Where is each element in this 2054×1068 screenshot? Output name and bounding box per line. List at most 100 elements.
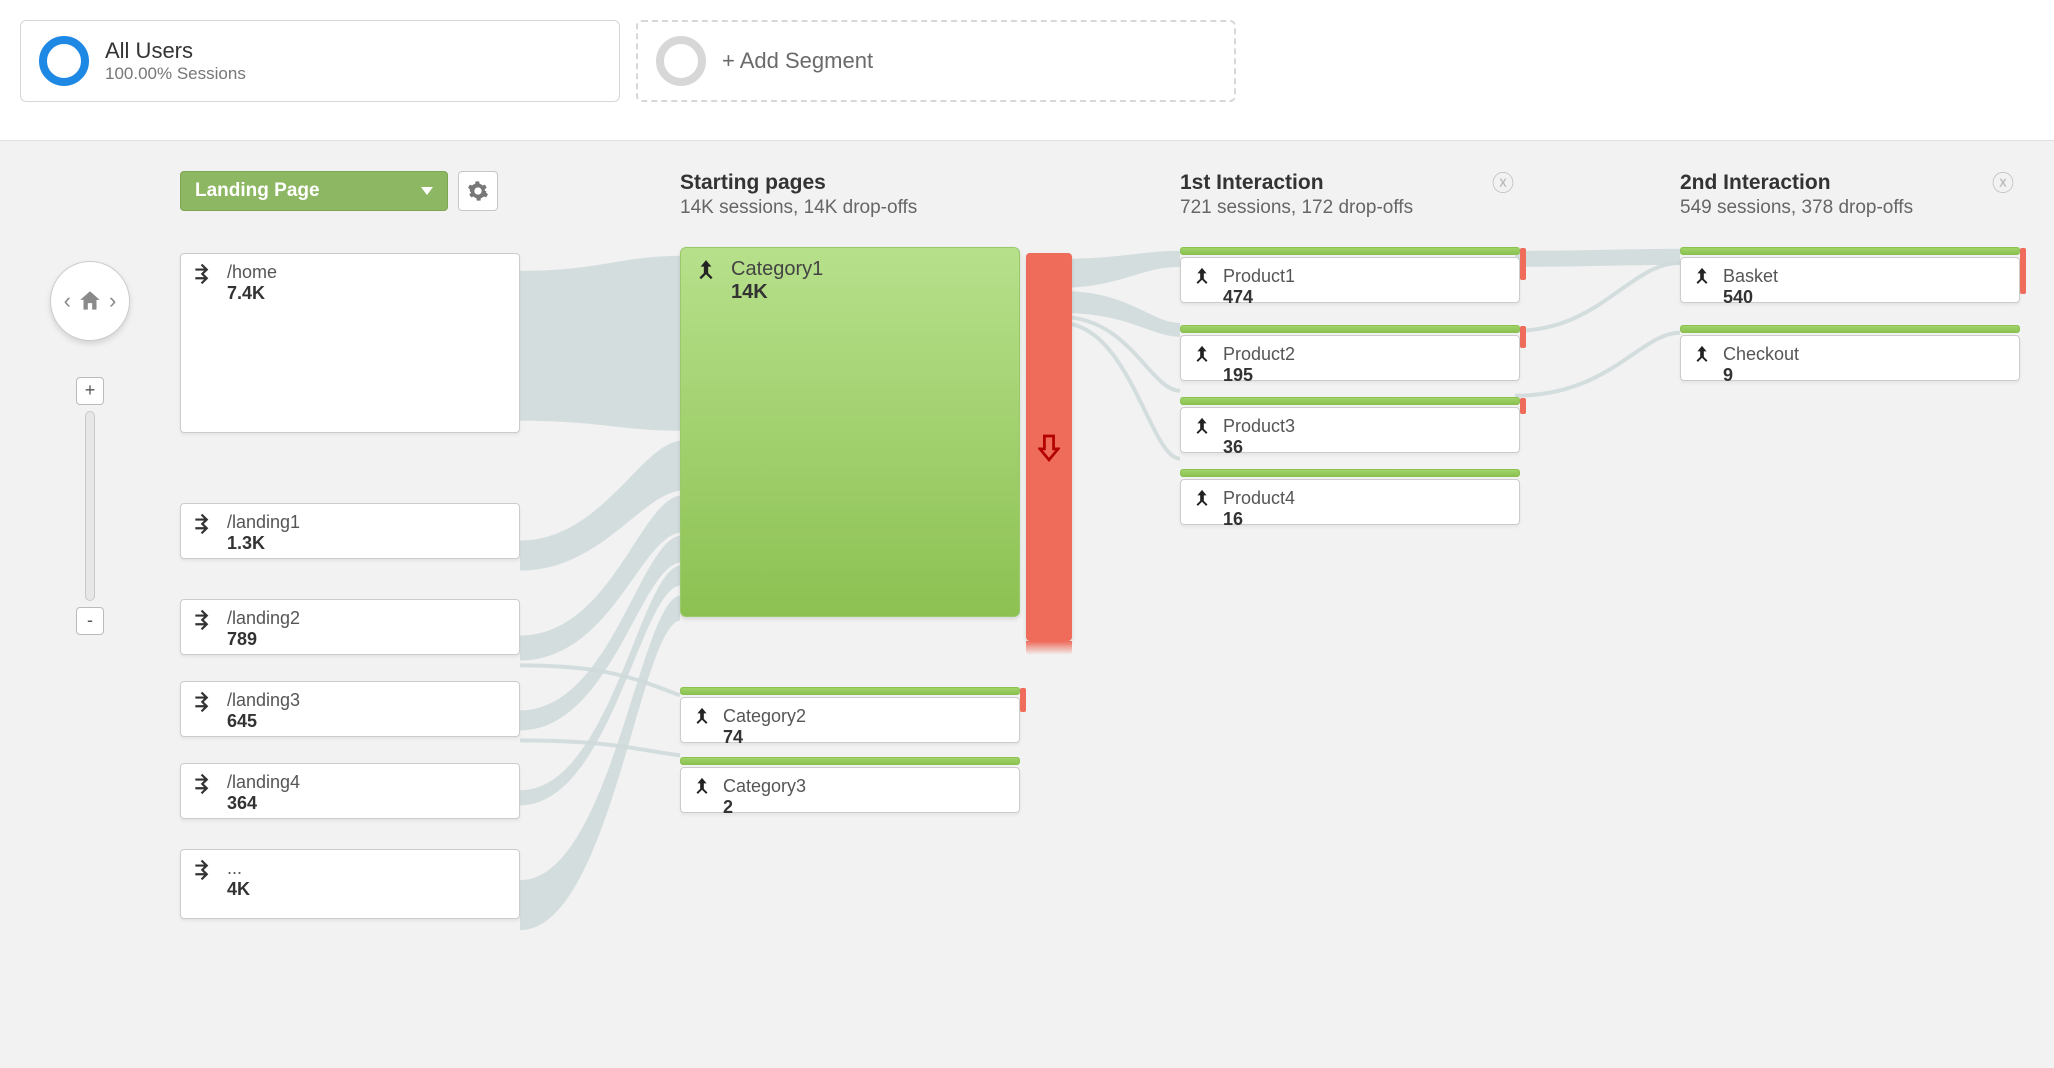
segment-add-label: + Add Segment bbox=[722, 48, 873, 74]
first-node[interactable]: Product1 474 bbox=[1180, 247, 1520, 303]
node-value: 1.3K bbox=[227, 533, 300, 554]
landing-node[interactable]: /landing2 789 bbox=[180, 599, 520, 655]
landing-controls: Landing Page bbox=[180, 171, 520, 211]
zoom-track[interactable] bbox=[85, 411, 95, 601]
col-landing: Landing Page /home 7.4K /landing1 bbox=[180, 171, 520, 919]
node-name: /landing4 bbox=[227, 772, 300, 793]
dropoff-tab bbox=[1520, 398, 1526, 414]
node-name: Category1 bbox=[731, 258, 823, 281]
first-node[interactable]: Product4 16 bbox=[1180, 469, 1520, 525]
first-node[interactable]: Product2 195 bbox=[1180, 325, 1520, 381]
node-value: 14K bbox=[731, 281, 823, 304]
col-sub: 549 sessions, 378 drop-offs bbox=[1680, 197, 2020, 219]
gear-icon bbox=[467, 180, 489, 202]
segment-all-users[interactable]: All Users 100.00% Sessions bbox=[20, 20, 620, 102]
segment-text: + Add Segment bbox=[722, 48, 873, 74]
dropoff-bar-starting[interactable] bbox=[1026, 253, 1072, 641]
node-name: Category2 bbox=[723, 706, 806, 727]
node-value: 16 bbox=[1223, 509, 1295, 530]
merge-icon bbox=[693, 258, 719, 284]
node-value: 7.4K bbox=[227, 283, 277, 304]
nav-prev-icon[interactable]: ‹ bbox=[64, 288, 71, 314]
dropoff-arrow-icon bbox=[1038, 432, 1060, 462]
node-value: 540 bbox=[1723, 287, 1778, 308]
segment-text: All Users 100.00% Sessions bbox=[105, 38, 246, 84]
col-header: 2nd Interaction 549 sessions, 378 drop-o… bbox=[1680, 171, 2020, 219]
zoom-out-button[interactable]: - bbox=[76, 607, 104, 635]
starting-node[interactable]: Category2 74 bbox=[680, 687, 1020, 743]
merge-icon bbox=[1191, 416, 1213, 438]
node-value: 2 bbox=[723, 797, 806, 818]
col-title: 1st Interaction bbox=[1180, 171, 1520, 195]
col-sub: 14K sessions, 14K drop-offs bbox=[680, 197, 1020, 219]
node-value: 789 bbox=[227, 629, 300, 650]
node-name: /landing1 bbox=[227, 512, 300, 533]
entry-icon bbox=[191, 690, 217, 716]
landing-dimension-dropdown[interactable]: Landing Page bbox=[180, 171, 448, 211]
starting-node[interactable]: Category3 2 bbox=[680, 757, 1020, 813]
home-icon[interactable] bbox=[77, 288, 103, 314]
second-node[interactable]: Basket 540 bbox=[1680, 247, 2020, 303]
zoom-in-button[interactable]: + bbox=[76, 377, 104, 405]
node-name: Product4 bbox=[1223, 488, 1295, 509]
entry-icon bbox=[191, 262, 217, 288]
col-title: 2nd Interaction bbox=[1680, 171, 2020, 195]
columns: Landing Page /home 7.4K /landing1 bbox=[180, 171, 2054, 1068]
segment-circle-icon bbox=[656, 36, 706, 86]
node-name: Product2 bbox=[1223, 344, 1295, 365]
col-starting: Starting pages 14K sessions, 14K drop-of… bbox=[680, 171, 1020, 813]
entry-icon bbox=[191, 858, 217, 884]
node-value: 74 bbox=[723, 727, 806, 748]
node-name: Product3 bbox=[1223, 416, 1295, 437]
close-column-icon[interactable]: ⓧ bbox=[1992, 173, 2014, 195]
col-first: 1st Interaction 721 sessions, 172 drop-o… bbox=[1180, 171, 1520, 525]
second-node[interactable]: Checkout 9 bbox=[1680, 325, 2020, 381]
landing-dd-label: Landing Page bbox=[195, 180, 320, 202]
col-sub: 721 sessions, 172 drop-offs bbox=[1180, 197, 1520, 219]
merge-icon bbox=[1691, 344, 1713, 366]
node-name: /landing2 bbox=[227, 608, 300, 629]
nav-next-icon[interactable]: › bbox=[109, 288, 116, 314]
merge-icon bbox=[1191, 488, 1213, 510]
landing-node[interactable]: /landing3 645 bbox=[180, 681, 520, 737]
caret-down-icon bbox=[421, 187, 433, 195]
node-value: 9 bbox=[1723, 365, 1799, 386]
node-name: Checkout bbox=[1723, 344, 1799, 365]
segment-circle-icon bbox=[39, 36, 89, 86]
settings-button[interactable] bbox=[458, 171, 498, 211]
dropoff-tab bbox=[1020, 688, 1026, 712]
entry-icon bbox=[191, 772, 217, 798]
merge-icon bbox=[691, 706, 713, 728]
dropoff-tab bbox=[1520, 248, 1526, 280]
col-header: Starting pages 14K sessions, 14K drop-of… bbox=[680, 171, 1020, 219]
node-name: /landing3 bbox=[227, 690, 300, 711]
node-name: Basket bbox=[1723, 266, 1778, 287]
node-value: 364 bbox=[227, 793, 300, 814]
entry-icon bbox=[191, 608, 217, 634]
dropoff-tab bbox=[1520, 326, 1526, 348]
landing-node[interactable]: /landing1 1.3K bbox=[180, 503, 520, 559]
node-value: 645 bbox=[227, 711, 300, 732]
node-value: 36 bbox=[1223, 437, 1295, 458]
node-name: /home bbox=[227, 262, 277, 283]
segment-add[interactable]: + Add Segment bbox=[636, 20, 1236, 102]
dropoff-tab bbox=[2020, 248, 2026, 294]
close-column-icon[interactable]: ⓧ bbox=[1492, 173, 1514, 195]
nav-orb: ‹ › bbox=[50, 261, 130, 341]
node-name: Category3 bbox=[723, 776, 806, 797]
segment-sub: 100.00% Sessions bbox=[105, 64, 246, 84]
flow-canvas: ‹ › + - Landing Page /home bbox=[0, 140, 2054, 1068]
segment-title: All Users bbox=[105, 38, 246, 64]
merge-icon bbox=[1691, 266, 1713, 288]
landing-node[interactable]: /landing4 364 bbox=[180, 763, 520, 819]
first-node[interactable]: Product3 36 bbox=[1180, 397, 1520, 453]
col-title: Starting pages bbox=[680, 171, 1020, 195]
col-second: 2nd Interaction 549 sessions, 378 drop-o… bbox=[1680, 171, 2020, 381]
landing-node-more[interactable]: ... 4K bbox=[180, 849, 520, 919]
node-value: 195 bbox=[1223, 365, 1295, 386]
starting-node-category1[interactable]: Category1 14K bbox=[680, 247, 1020, 617]
zoom-control: + - bbox=[76, 377, 104, 635]
merge-icon bbox=[1191, 266, 1213, 288]
node-value: 4K bbox=[227, 879, 250, 900]
landing-node-home[interactable]: /home 7.4K bbox=[180, 253, 520, 433]
